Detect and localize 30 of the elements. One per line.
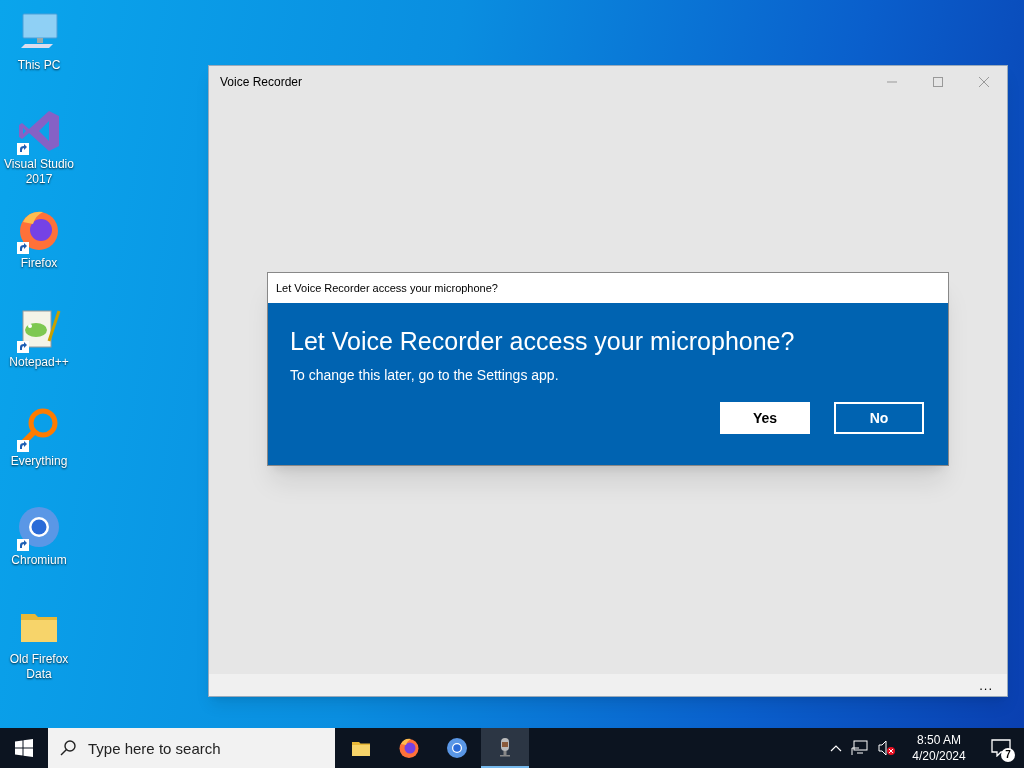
- taskbar-app-button[interactable]: [481, 728, 529, 768]
- desktop-icon-label[interactable]: Everything: [1, 454, 77, 469]
- more-button[interactable]: ...: [979, 678, 993, 692]
- desktop-icon-label[interactable]: Visual Studio 2017: [1, 157, 77, 187]
- no-button[interactable]: No: [834, 402, 924, 434]
- fox-globe-icon: [397, 736, 421, 760]
- network-icon[interactable]: [851, 740, 869, 756]
- notification-button[interactable]: 7: [978, 728, 1024, 768]
- desktop-icon-label[interactable]: Chromium: [1, 553, 77, 568]
- search-icon: [60, 740, 76, 756]
- dialog-heading: Let Voice Recorder access your microphone?: [290, 326, 796, 357]
- dialog-message: To change this later, go to the Settings app.: [290, 366, 560, 385]
- notification-count: 7: [1001, 748, 1015, 762]
- desktop-icon-label[interactable]: Old Firefox Data: [1, 652, 77, 682]
- search-field[interactable]: Type here to search: [48, 728, 335, 768]
- windows-logo-icon: [15, 739, 33, 757]
- clock-date[interactable]: 4/20/2024: [912, 748, 966, 764]
- desktop-icon-label[interactable]: Notepad++: [1, 355, 77, 370]
- desktop-icon-label[interactable]: Firefox: [1, 256, 77, 271]
- maximize-icon: [933, 77, 943, 87]
- window-title: Voice Recorder: [220, 74, 303, 91]
- yes-button[interactable]: Yes: [720, 402, 810, 434]
- speaker-muted-icon[interactable]: [878, 740, 896, 756]
- message-icon: [991, 739, 1011, 757]
- chromium-icon: [445, 736, 469, 760]
- dialog-title: Let Voice Recorder access your microphone?: [276, 280, 498, 296]
- clock-time[interactable]: 8:50 AM: [917, 732, 961, 748]
- close-icon: [979, 77, 989, 87]
- desktop-icon-label[interactable]: This PC: [1, 58, 77, 73]
- chevron-up-icon[interactable]: [830, 744, 842, 752]
